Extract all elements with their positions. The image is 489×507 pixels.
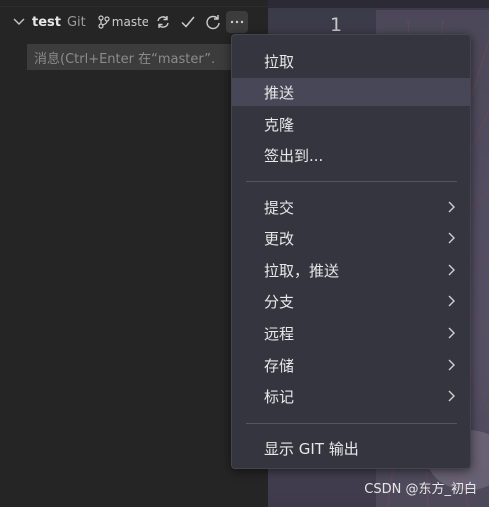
branch-selector[interactable]: maste: [98, 15, 148, 29]
menu-item-push[interactable]: 推送: [232, 78, 470, 106]
menu-item-label: 拉取，推送: [264, 261, 340, 280]
chevron-right-icon: [448, 359, 455, 371]
menu-item-show-git-output[interactable]: 显示 GIT 输出: [232, 434, 470, 462]
menu-item-label: 显示 GIT 输出: [264, 439, 359, 458]
menu-item-remote[interactable]: 远程: [232, 319, 470, 347]
chevron-down-icon[interactable]: [12, 15, 26, 29]
menu-item-checkout[interactable]: 签出到...: [232, 141, 470, 169]
menu-item-label: 更改: [264, 229, 295, 248]
repository-header[interactable]: test Git maste: [0, 8, 268, 36]
menu-item-changes[interactable]: 更改: [232, 224, 470, 252]
menu-item-commit[interactable]: 提交: [232, 193, 470, 221]
menu-item-label: 签出到...: [264, 146, 324, 165]
chevron-right-icon: [448, 264, 455, 276]
menu-item-label: 推送: [264, 83, 295, 102]
chevron-right-icon: [448, 232, 455, 244]
chevron-right-icon: [448, 295, 455, 307]
menu-item-label: 拉取: [264, 52, 295, 71]
sync-icon[interactable]: [153, 12, 173, 32]
chevron-right-icon: [448, 201, 455, 213]
menu-item-pull[interactable]: 拉取: [232, 47, 470, 75]
check-icon[interactable]: [178, 12, 198, 32]
menu-item-label: 提交: [264, 198, 295, 217]
menu-item-stash[interactable]: 存储: [232, 351, 470, 379]
branch-name: maste: [111, 15, 148, 29]
chevron-right-icon: [448, 390, 455, 402]
watermark-text: CSDN @东方_初白: [364, 482, 477, 497]
menu-item-clone[interactable]: 克隆: [232, 110, 470, 138]
menu-item-label: 存储: [264, 356, 295, 375]
panel-top-edge: [0, 0, 268, 7]
git-branch-icon: [98, 15, 110, 29]
menu-item-pull-push[interactable]: 拉取，推送: [232, 256, 470, 284]
menu-item-label: 远程: [264, 324, 295, 343]
menu-item-label: 标记: [264, 387, 295, 406]
menu-item-label: 分支: [264, 292, 295, 311]
menu-item-tags[interactable]: 标记: [232, 382, 470, 410]
refresh-icon[interactable]: [203, 12, 223, 32]
line-number: 1: [330, 14, 343, 36]
source-control-panel: test Git maste 消息(Ctrl+Enter 在“master”.: [0, 0, 268, 507]
menu-item-branch[interactable]: 分支: [232, 287, 470, 315]
repository-name: test: [32, 14, 61, 30]
ellipsis-icon[interactable]: [225, 11, 248, 33]
more-actions-menu: 拉取 推送 克隆 签出到... 提交 更改 拉取，推送 分支 远程 存储 标记 …: [231, 34, 471, 469]
repository-kind: Git: [66, 14, 86, 30]
menu-separator: [246, 181, 457, 182]
menu-separator: [246, 423, 457, 424]
menu-item-label: 克隆: [264, 115, 295, 134]
commit-message-input[interactable]: 消息(Ctrl+Enter 在“master”.: [27, 44, 243, 70]
chevron-right-icon: [448, 327, 455, 339]
